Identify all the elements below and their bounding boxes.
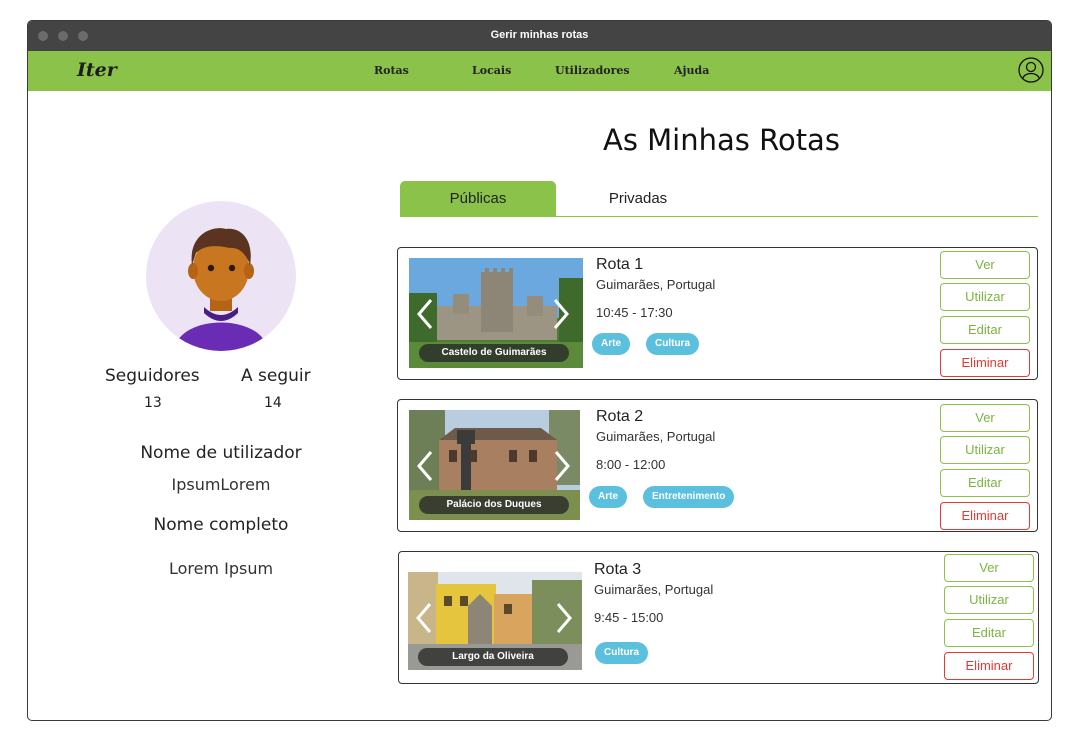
view-button[interactable]: Ver (940, 251, 1030, 279)
route-tag[interactable]: Arte (592, 333, 631, 355)
route-title: Rota 3 (594, 561, 642, 578)
carousel-next-icon[interactable] (554, 602, 574, 634)
route-card: Castelo de Guimarães Rota 1 Guimarães, P… (397, 247, 1038, 380)
route-card: Palácio dos Duques Rota 2 Guimarães, Por… (397, 399, 1038, 532)
app-window: Gerir minhas rotas Iter Rotas Locais Uti… (27, 20, 1052, 721)
followers-count[interactable]: 13 (144, 395, 162, 411)
nav-bar: Iter Rotas Locais Utilizadores Ajuda (28, 51, 1051, 91)
edit-button[interactable]: Editar (944, 619, 1034, 647)
use-button[interactable]: Utilizar (940, 283, 1030, 311)
avatar (146, 201, 296, 351)
carousel-next-icon[interactable] (551, 298, 571, 330)
route-image-caption: Largo da Oliveira (418, 648, 568, 666)
route-time: 8:00 - 12:00 (596, 457, 666, 472)
route-tag[interactable]: Cultura (646, 333, 699, 355)
route-time: 9:45 - 15:00 (594, 610, 664, 625)
window-title: Gerir minhas rotas (490, 29, 589, 41)
tab-privadas[interactable]: Privadas (558, 181, 718, 217)
route-image: Palácio dos Duques (409, 410, 580, 520)
route-image: Largo da Oliveira (408, 572, 582, 670)
carousel-next-icon[interactable] (552, 450, 572, 482)
nav-item-utilizadores[interactable]: Utilizadores (555, 64, 630, 77)
route-image-caption: Palácio dos Duques (419, 496, 569, 514)
tab-publicas[interactable]: Públicas (400, 181, 556, 217)
logo[interactable]: Iter (77, 59, 117, 81)
delete-button[interactable]: Eliminar (944, 652, 1034, 680)
username-label: Nome de utilizador (140, 443, 302, 463)
route-location: Guimarães, Portugal (594, 582, 714, 597)
nav-item-locais[interactable]: Locais (472, 64, 511, 77)
route-image: Castelo de Guimarães (409, 258, 583, 368)
route-time: 10:45 - 17:30 (596, 305, 673, 320)
delete-button[interactable]: Eliminar (940, 502, 1030, 530)
route-tag[interactable]: Arte (589, 486, 628, 508)
route-tag[interactable]: Cultura (595, 642, 648, 664)
carousel-prev-icon[interactable] (415, 450, 435, 482)
username-value: IpsumLorem (171, 475, 271, 494)
use-button[interactable]: Utilizar (940, 436, 1030, 464)
route-title: Rota 1 (596, 256, 644, 273)
carousel-prev-icon[interactable] (414, 602, 434, 634)
route-card: Largo da Oliveira Rota 3 Guimarães, Port… (398, 551, 1039, 684)
followers-label: Seguidores (105, 366, 200, 386)
fullname-label: Nome completo (153, 515, 289, 535)
route-tag[interactable]: Entretenimento (643, 486, 735, 508)
route-location: Guimarães, Portugal (596, 429, 716, 444)
edit-button[interactable]: Editar (940, 469, 1030, 497)
use-button[interactable]: Utilizar (944, 586, 1034, 614)
following-label: A seguir (241, 366, 311, 386)
fullname-value: Lorem Ipsum (168, 559, 274, 578)
nav-item-rotas[interactable]: Rotas (374, 64, 409, 77)
view-button[interactable]: Ver (944, 554, 1034, 582)
nav-item-ajuda[interactable]: Ajuda (674, 64, 709, 77)
page-title: As Minhas Rotas (603, 123, 840, 157)
title-bar: Gerir minhas rotas (28, 21, 1051, 51)
view-button[interactable]: Ver (940, 404, 1030, 432)
following-count[interactable]: 14 (264, 395, 282, 411)
carousel-prev-icon[interactable] (415, 298, 435, 330)
route-location: Guimarães, Portugal (596, 277, 716, 292)
user-account-icon[interactable] (1018, 57, 1044, 83)
tab-underline (400, 216, 1038, 217)
route-title: Rota 2 (596, 408, 644, 425)
edit-button[interactable]: Editar (940, 316, 1030, 344)
delete-button[interactable]: Eliminar (940, 349, 1030, 377)
route-image-caption: Castelo de Guimarães (419, 344, 569, 362)
